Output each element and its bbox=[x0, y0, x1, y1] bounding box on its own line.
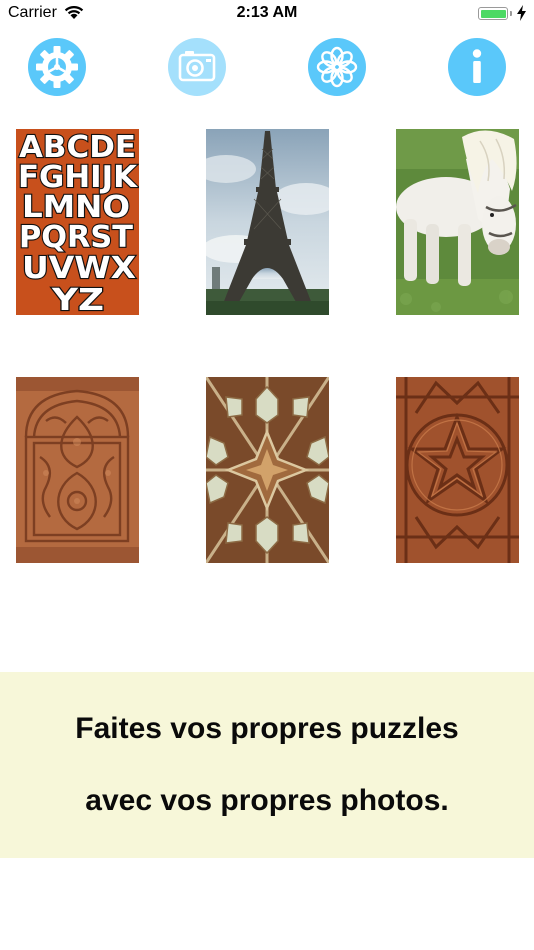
flower-icon bbox=[308, 38, 366, 96]
battery-icon bbox=[478, 7, 508, 20]
promo-banner: Faites vos propres puzzles avec vos prop… bbox=[0, 672, 534, 858]
alphabet-row-6: YZ bbox=[51, 283, 104, 315]
clock: 2:13 AM bbox=[236, 4, 298, 21]
alphabet-row-5: UVWX bbox=[22, 251, 136, 286]
gear-icon bbox=[28, 38, 86, 96]
star-pattern-image bbox=[396, 377, 519, 563]
camera-button[interactable] bbox=[168, 38, 226, 96]
banner-line-2: avec vos propres photos. bbox=[85, 784, 449, 817]
banner-line-1: Faites vos propres puzzles bbox=[75, 712, 459, 745]
info-icon bbox=[448, 38, 506, 96]
eiffel-tower-image bbox=[206, 129, 329, 315]
puzzle-tile-carved-panel[interactable] bbox=[16, 377, 139, 563]
camera-icon bbox=[168, 38, 226, 96]
gallery-button[interactable] bbox=[308, 38, 366, 96]
carved-panel-image bbox=[16, 377, 139, 563]
battery-cap bbox=[510, 11, 512, 16]
pony-image bbox=[396, 129, 519, 315]
puzzle-tile-alphabet[interactable]: ABCDE FGHIJK LMNO PQRST UVWX YZ bbox=[16, 129, 139, 315]
charging-bolt-icon bbox=[517, 5, 526, 26]
status-bar: Carrier 2:13 AM bbox=[0, 0, 534, 28]
battery-fill bbox=[480, 9, 506, 18]
puzzle-tile-eiffel-tower[interactable] bbox=[206, 129, 329, 315]
settings-button[interactable] bbox=[28, 38, 86, 96]
puzzle-tile-geometric-tiles[interactable] bbox=[206, 377, 329, 563]
alphabet-row-4: PQRST bbox=[19, 220, 134, 255]
puzzle-tile-star-pattern[interactable] bbox=[396, 377, 519, 563]
puzzle-tile-pony[interactable] bbox=[396, 129, 519, 315]
alphabet-image: ABCDE FGHIJK LMNO PQRST UVWX YZ bbox=[16, 129, 139, 315]
info-button[interactable] bbox=[448, 38, 506, 96]
geometric-tiles-image bbox=[206, 377, 329, 563]
